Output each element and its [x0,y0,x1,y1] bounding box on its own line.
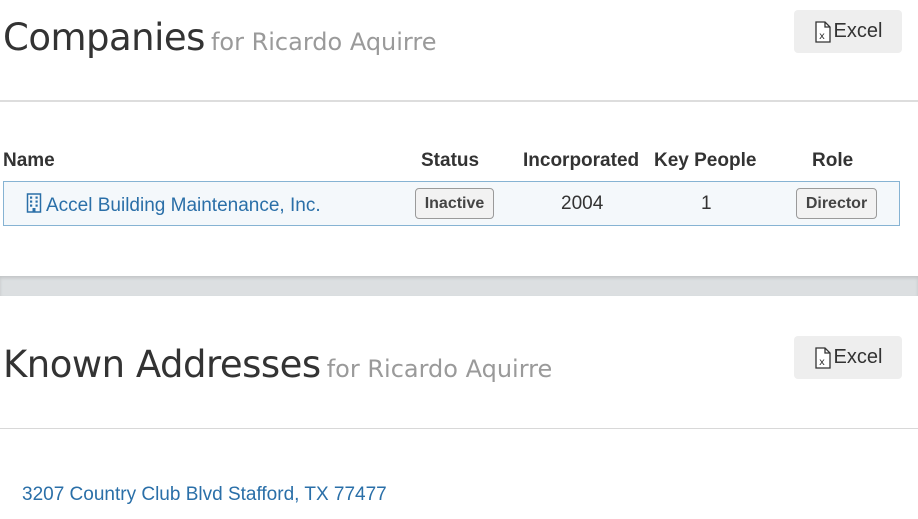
addresses-heading: Known Addresses for Ricardo Aquirre [3,343,552,386]
excel-file-icon: x [814,346,832,369]
addresses-section: Known Addresses for Ricardo Aquirre x Exc… [0,296,918,428]
addresses-title: Known Addresses [3,343,321,386]
column-header-name: Name [3,150,55,171]
svg-text:x: x [819,357,825,368]
address-link[interactable]: 3207 Country Club Blvd Stafford, TX 7747… [22,484,387,506]
role-badge: Director [796,188,877,219]
column-header-role: Role [812,150,854,171]
company-link[interactable]: Accel Building Maintenance, Inc. [26,193,321,219]
companies-title: Companies [3,16,205,59]
column-header-incorporated: Incorporated [523,150,640,171]
column-header-status: Status [421,150,480,171]
key-people-count: 1 [701,193,712,214]
column-header-key-people: Key People [654,150,757,171]
section-separator [0,276,918,296]
building-icon [26,193,42,219]
companies-excel-label: Excel [833,20,883,42]
addresses-divider [0,428,918,429]
companies-divider [0,100,918,102]
companies-table-header: Name Status Incorporated Key People Role [0,150,918,174]
addresses-excel-label: Excel [833,346,883,368]
excel-file-icon: x [814,20,832,43]
addresses-excel-button[interactable]: x Excel [794,336,902,379]
addresses-subtitle: for Ricardo Aquirre [326,355,553,383]
companies-subtitle: for Ricardo Aquirre [210,28,437,56]
companies-heading: Companies for Ricardo Aquirre [3,16,436,59]
svg-text:x: x [819,31,825,42]
companies-section: Companies for Ricardo Aquirre x Excel [0,0,918,100]
incorporated-year: 2004 [561,193,604,214]
table-row: Accel Building Maintenance, Inc. Inactiv… [3,181,900,226]
companies-excel-button[interactable]: x Excel [794,10,902,53]
company-name: Accel Building Maintenance, Inc. [46,195,321,216]
status-badge: Inactive [415,188,494,219]
